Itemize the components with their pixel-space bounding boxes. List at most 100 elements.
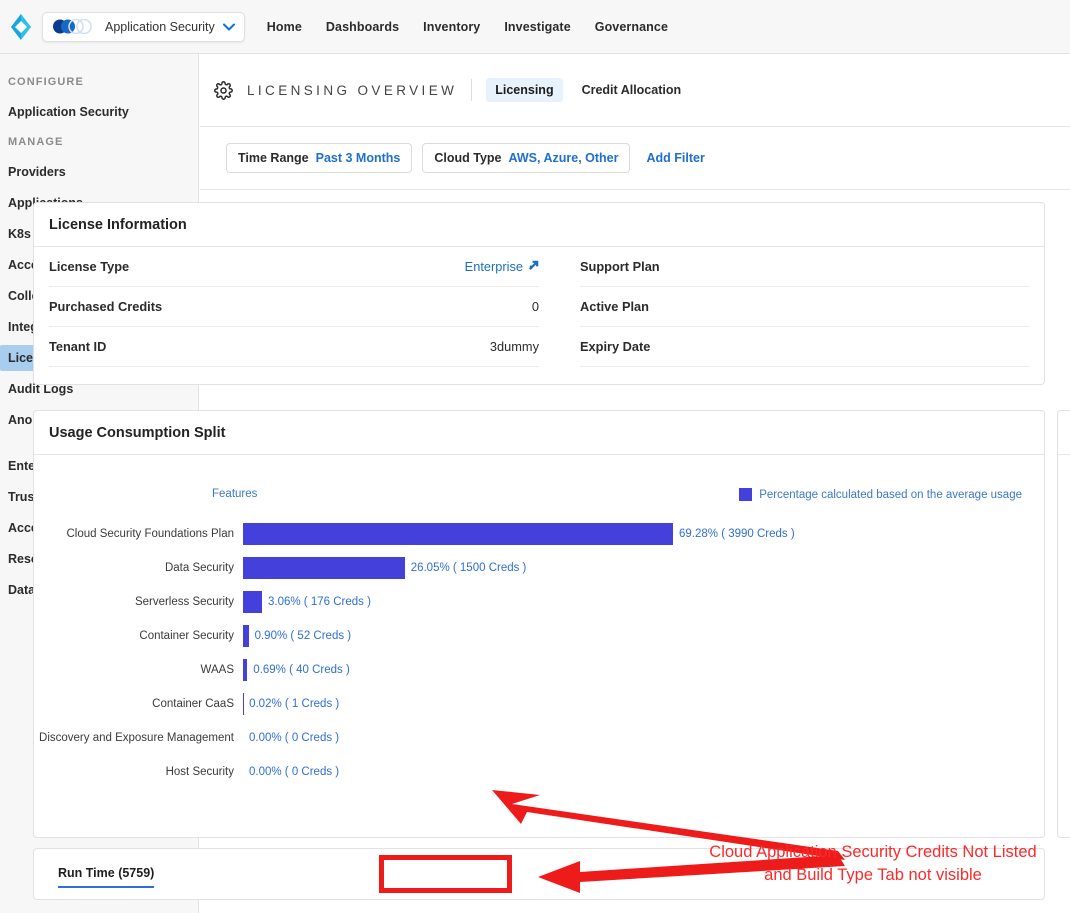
chart-bar-row: Container Security 0.90% ( 52 Creds ): [34, 619, 1044, 653]
license-left-column: License Type Enterprise Purchased Credit…: [49, 247, 539, 367]
tenant-name: Application Security: [105, 20, 215, 34]
nav-link-home[interactable]: Home: [267, 20, 302, 34]
sidebar-item-providers[interactable]: Providers: [0, 159, 187, 185]
chart-legend: Percentage calculated based on the avera…: [739, 488, 1022, 501]
filter-cloud-type-value: AWS, Azure, Other: [509, 151, 619, 165]
filter-time-range-key: Time Range: [238, 151, 309, 165]
tenant-rings-icon: [51, 19, 97, 34]
external-link-icon[interactable]: [528, 259, 539, 274]
chart-bar-wrapper: 0.00% ( 0 Creds ): [243, 761, 1044, 783]
filter-cloud-type[interactable]: Cloud Type AWS, Azure, Other: [422, 143, 630, 173]
tab-credit-allocation[interactable]: Credit Allocation: [573, 78, 691, 102]
chart-bar-value-label: 0.90% ( 52 Creds ): [255, 630, 352, 642]
filter-time-range[interactable]: Time Range Past 3 Months: [226, 143, 412, 173]
nav-link-investigate[interactable]: Investigate: [504, 20, 570, 34]
license-type-key: License Type: [49, 259, 129, 274]
license-row-purchased-credits: Purchased Credits 0: [49, 287, 539, 327]
nav-link-inventory[interactable]: Inventory: [423, 20, 480, 34]
chart-category-label: Container CaaS: [34, 698, 243, 710]
filter-time-range-value: Past 3 Months: [316, 151, 401, 165]
license-row-license-type: License Type Enterprise: [49, 247, 539, 287]
legend-swatch-icon: [739, 488, 752, 501]
chart-bar-wrapper: 0.69% ( 40 Creds ): [243, 659, 1044, 681]
chevron-down-icon[interactable]: [223, 18, 235, 36]
add-filter-button[interactable]: Add Filter: [646, 151, 704, 165]
chart-bar-row: Data Security 26.05% ( 1500 Creds ): [34, 551, 1044, 585]
support-plan-key: Support Plan: [580, 259, 660, 274]
chart-bar[interactable]: [243, 591, 262, 613]
chart-bar-row: Container CaaS 0.02% ( 1 Creds ): [34, 687, 1044, 721]
purchased-credits-value: 0: [532, 299, 539, 314]
chart-bar[interactable]: [243, 557, 405, 579]
license-right-column: Support Plan Active Plan Expiry Date: [539, 247, 1029, 367]
nav-link-governance[interactable]: Governance: [595, 20, 668, 34]
license-card-body: License Type Enterprise Purchased Credit…: [34, 247, 1044, 367]
license-row-tenant-id: Tenant ID 3dummy: [49, 327, 539, 367]
chart-axis-title: Features: [212, 488, 257, 500]
chart-bar-value-label: 0.69% ( 40 Creds ): [253, 664, 350, 676]
primary-nav-links: Home Dashboards Inventory Investigate Go…: [267, 20, 668, 34]
license-row-expiry-date: Expiry Date: [580, 327, 1029, 367]
license-type-value[interactable]: Enterprise: [465, 259, 539, 274]
sidebar-group-manage: MANAGE: [0, 130, 198, 154]
tenant-selector[interactable]: Application Security: [42, 12, 245, 42]
chart-bar-row: Host Security0.00% ( 0 Creds ): [34, 755, 1044, 789]
license-information-card: License Information License Type Enterpr…: [33, 202, 1045, 385]
header-divider: [471, 79, 472, 101]
legend-label: Percentage calculated based on the avera…: [759, 489, 1022, 501]
chart-bar-value-label: 69.28% ( 3990 Creds ): [679, 528, 795, 540]
chart-bar-value-label: 0.00% ( 0 Creds ): [249, 732, 339, 744]
page-header: LICENSING OVERVIEW Licensing Credit Allo…: [200, 54, 1070, 127]
chart-bar[interactable]: [243, 523, 673, 545]
chart-bar-wrapper: 0.02% ( 1 Creds ): [243, 693, 1044, 715]
chart-category-label: Container Security: [34, 630, 243, 642]
chart-bar[interactable]: [243, 659, 247, 681]
chart-bar-wrapper: 0.90% ( 52 Creds ): [243, 625, 1044, 647]
chart-bar-row: WAAS 0.69% ( 40 Creds ): [34, 653, 1044, 687]
sidebar-item-application-security[interactable]: Application Security: [0, 99, 187, 125]
filter-cloud-type-key: Cloud Type: [434, 151, 501, 165]
chart-bar-row: Discovery and Exposure Management 0.00% (…: [34, 721, 1044, 755]
chart-category-label: Discovery and Exposure Management: [34, 732, 243, 744]
secondary-card-partial: [1057, 410, 1070, 838]
license-card-title: License Information: [34, 203, 1044, 247]
chart-bar-row: Cloud Security Foundations Plan69.28% ( …: [34, 517, 1044, 551]
purchased-credits-key: Purchased Credits: [49, 299, 162, 314]
tenant-id-key: Tenant ID: [49, 339, 106, 354]
license-row-active-plan: Active Plan: [580, 287, 1029, 327]
secondary-card-title: [1058, 411, 1070, 455]
usage-consumption-split-card: Usage Consumption Split Features Percent…: [33, 410, 1045, 838]
active-plan-key: Active Plan: [580, 299, 649, 314]
usage-card-title: Usage Consumption Split: [34, 411, 1044, 455]
chart-bar-wrapper: 0.00% ( 0 Creds ): [243, 727, 1044, 749]
chart-bar-value-label: 26.05% ( 1500 Creds ): [411, 562, 527, 574]
annotation-highlight-box: [379, 855, 512, 893]
tab-run-time[interactable]: Run Time (5759): [58, 866, 154, 888]
nav-link-dashboards[interactable]: Dashboards: [326, 20, 399, 34]
chart-category-label: Host Security: [34, 766, 243, 778]
chart-bar[interactable]: [243, 625, 249, 647]
chart-bar-wrapper: 3.06% ( 176 Creds ): [243, 591, 1044, 613]
chart-bar-row: Serverless Security 3.06% ( 176 Creds ): [34, 585, 1044, 619]
chart-bar-wrapper: 69.28% ( 3990 Creds ): [243, 523, 1044, 545]
chart-bar-value-label: 3.06% ( 176 Creds ): [268, 596, 371, 608]
tab-licensing[interactable]: Licensing: [486, 78, 562, 102]
chart-category-label: Serverless Security: [34, 596, 243, 608]
expiry-date-key: Expiry Date: [580, 339, 650, 354]
license-row-support-plan: Support Plan: [580, 247, 1029, 287]
top-navigation-bar: Application Security Home Dashboards Inv…: [0, 0, 1070, 54]
chart-category-label: WAAS: [34, 664, 243, 676]
gear-icon[interactable]: [214, 81, 233, 100]
annotation-text: Cloud Application Security Credits Not L…: [690, 841, 1056, 887]
filter-bar: Time Range Past 3 Months Cloud Type AWS,…: [200, 127, 1070, 190]
chart-bar-value-label: 0.02% ( 1 Creds ): [249, 698, 339, 710]
license-type-value-text: Enterprise: [465, 259, 523, 274]
annotation-line-1: Cloud Application Security Credits Not L…: [690, 841, 1056, 864]
chart-category-label: Data Security: [34, 562, 243, 574]
prisma-cloud-logo-icon[interactable]: [4, 13, 38, 41]
tenant-id-value: 3dummy: [490, 339, 539, 354]
page-title: LICENSING OVERVIEW: [247, 83, 457, 98]
chart-bar-wrapper: 26.05% ( 1500 Creds ): [243, 557, 1044, 579]
annotation-line-2: and Build Type Tab not visible: [690, 864, 1056, 887]
sidebar-group-configure: CONFIGURE: [0, 70, 198, 94]
